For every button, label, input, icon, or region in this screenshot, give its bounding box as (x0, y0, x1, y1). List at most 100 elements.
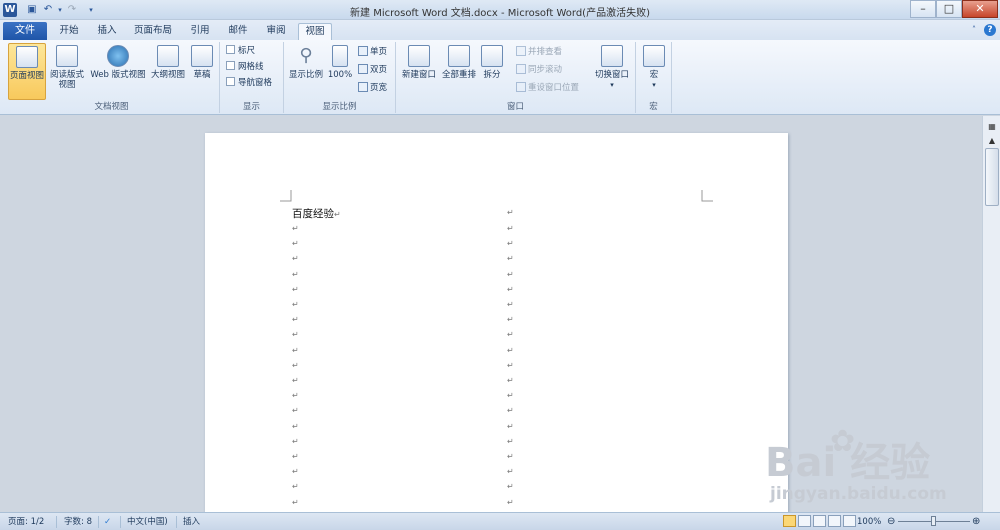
split-label: 拆分 (483, 70, 501, 80)
tab-view[interactable]: 视图 (298, 23, 332, 40)
side-by-side-button[interactable]: 并排查看 (516, 46, 562, 58)
page-width-button[interactable]: 页宽 (358, 82, 387, 94)
paragraph-mark: ↵ (507, 315, 514, 325)
reset-position-button[interactable]: 重设窗口位置 (516, 82, 579, 94)
help-icon[interactable]: ? (984, 24, 996, 36)
margin-corner-top-right (701, 190, 713, 202)
web-layout-button[interactable]: Web 版式视图 (88, 43, 148, 100)
gridlines-checkbox[interactable]: 网格线 (226, 61, 264, 73)
one-page-label: 单页 (370, 47, 388, 57)
status-separator (176, 516, 177, 528)
paragraph-mark: ↵ (292, 467, 299, 477)
ribbon-view: 页面视图 阅读版式 视图 Web 版式视图 大纲视图 草稿 文档视图 标尺 网格… (0, 40, 1000, 115)
ribbon-minimize-icon[interactable]: ˄ (968, 24, 980, 36)
vertical-scrollbar[interactable]: ▦ ▲ (982, 116, 1000, 512)
paragraph-mark: ↵ (507, 421, 514, 431)
tab-review[interactable]: 审阅 (262, 23, 290, 40)
tab-references[interactable]: 引用 (186, 23, 214, 40)
view-web-icon[interactable] (813, 515, 826, 527)
paragraph-mark: ↵ (507, 436, 514, 446)
scroll-up-icon[interactable]: ▲ (985, 134, 999, 148)
full-screen-reading-button[interactable]: 阅读版式 视图 (48, 43, 86, 100)
paragraph-mark: ↵ (292, 254, 299, 264)
close-button[interactable]: ✕ (962, 0, 998, 18)
sync-scroll-icon (516, 64, 526, 74)
macros-dropdown-icon[interactable]: ▾ (640, 80, 668, 90)
page-width-label: 页宽 (370, 83, 388, 93)
proofing-icon[interactable]: ✓ (104, 514, 111, 530)
nav-pane-checkbox-box[interactable] (226, 77, 235, 86)
switch-windows-label: 切换窗口 (594, 70, 629, 80)
zoom-100-icon (332, 45, 348, 67)
view-outline-icon[interactable] (828, 515, 841, 527)
document-page[interactable]: 百度经验↵ ↵ ↵ ↵ ↵ ↵ ↵ ↵ ↵ ↵ ↵ ↵ ↵ ↵ ↵ ↵ ↵ ↵ ↵ ↵ ↵ ↵ ↵ ↵ ↵ ↵ ↵ ↵ ↵ ↵ ↵ ↵ ↵ ↵ ↵… (205, 133, 788, 513)
new-window-button[interactable]: 新建窗口 (400, 43, 438, 100)
zoom-100-button[interactable]: 100% (326, 43, 354, 100)
zoom-button[interactable]: ⚲ 显示比例 (286, 43, 326, 100)
paragraph-mark: ↵ (507, 330, 514, 340)
document-area: 百度经验↵ ↵ ↵ ↵ ↵ ↵ ↵ ↵ ↵ ↵ ↵ ↵ ↵ ↵ ↵ ↵ ↵ ↵ ↵ ↵ ↵ ↵ ↵ ↵ ↵ ↵ ↵ ↵ ↵ ↵ ↵ ↵ ↵ ↵ ↵… (0, 116, 982, 513)
document-heading[interactable]: 百度经验 (292, 208, 334, 220)
tab-mailings[interactable]: 邮件 (224, 23, 252, 40)
group-label-zoom: 显示比例 (322, 102, 357, 112)
switch-windows-button[interactable]: 切换窗口 ▾ (592, 43, 632, 100)
status-language[interactable]: 中文(中国) (127, 514, 168, 530)
view-draft-icon[interactable] (843, 515, 856, 527)
arrange-all-label: 全部重排 (441, 70, 476, 80)
switch-windows-dropdown-icon[interactable]: ▾ (592, 80, 632, 90)
one-page-button[interactable]: 单页 (358, 46, 387, 58)
status-zoom-level[interactable]: 100% (857, 514, 881, 530)
zoom-slider-thumb[interactable] (931, 516, 936, 526)
status-insert-mode[interactable]: 插入 (183, 514, 200, 530)
reset-position-label: 重设窗口位置 (528, 83, 580, 93)
paragraph-mark: ↵ (507, 224, 514, 233)
outline-icon (157, 45, 179, 67)
print-layout-button[interactable]: 页面视图 (8, 43, 46, 100)
ruler-toggle-icon[interactable]: ▦ (985, 120, 999, 134)
draft-icon (191, 45, 213, 67)
ruler-checkbox[interactable]: 标尺 (226, 45, 255, 57)
tab-home[interactable]: 开始 (54, 23, 84, 40)
zoom-out-icon[interactable]: ⊖ (887, 514, 895, 530)
zoom-100-label: 100% (327, 70, 353, 80)
page-width-icon (358, 82, 368, 92)
paragraph-mark: ↵ (507, 345, 514, 355)
document-text[interactable]: 百度经验↵ (292, 206, 341, 221)
tab-insert[interactable]: 插入 (92, 23, 122, 40)
group-macros: 宏 ▾ 宏 (636, 42, 672, 113)
tab-file[interactable]: 文件 (3, 22, 47, 40)
paragraph-mark: ↵ (292, 391, 299, 401)
title-bar: W ▣ ↶ ▾ ↷ ▾ 新建 Microsoft Word 文档.docx - … (0, 0, 1000, 20)
minimize-button[interactable]: – (910, 0, 936, 18)
gridlines-label: 网格线 (238, 62, 264, 72)
group-window: 新建窗口 全部重排 拆分 并排查看 同步滚动 重设窗口位置 切换窗口 ▾ 窗口 (396, 42, 636, 113)
gridlines-checkbox-box[interactable] (226, 61, 235, 70)
new-window-label: 新建窗口 (401, 70, 436, 80)
margin-corner-top-left (280, 190, 292, 202)
scroll-thumb[interactable] (985, 148, 999, 206)
watermark-url: jingyan.baidu.com (770, 484, 947, 504)
two-pages-button[interactable]: 双页 (358, 64, 387, 76)
arrange-all-button[interactable]: 全部重排 (440, 43, 478, 100)
outline-label: 大纲视图 (150, 70, 185, 80)
group-label-macros: 宏 (649, 102, 658, 112)
sync-scroll-button[interactable]: 同步滚动 (516, 64, 562, 76)
zoom-in-icon[interactable]: ⊕ (972, 514, 980, 530)
tab-page-layout[interactable]: 页面布局 (130, 23, 176, 40)
draft-button[interactable]: 草稿 (188, 43, 216, 100)
zoom-label: 显示比例 (288, 70, 323, 80)
split-button[interactable]: 拆分 (480, 43, 504, 100)
paragraph-mark: ↵ (507, 482, 514, 492)
view-reading-icon[interactable] (798, 515, 811, 527)
paragraph-mark: ↵ (507, 467, 514, 477)
outline-button[interactable]: 大纲视图 (150, 43, 186, 100)
status-word-count[interactable]: 字数: 8 (64, 514, 92, 530)
ruler-checkbox-box[interactable] (226, 45, 235, 54)
status-page[interactable]: 页面: 1/2 (8, 514, 44, 530)
nav-pane-checkbox[interactable]: 导航窗格 (226, 77, 272, 89)
view-print-layout-icon[interactable] (783, 515, 796, 527)
print-layout-icon (16, 46, 38, 68)
paragraph-mark: ↵ (292, 406, 299, 416)
macros-button[interactable]: 宏 ▾ (640, 43, 668, 100)
maximize-button[interactable]: □ (936, 0, 962, 18)
